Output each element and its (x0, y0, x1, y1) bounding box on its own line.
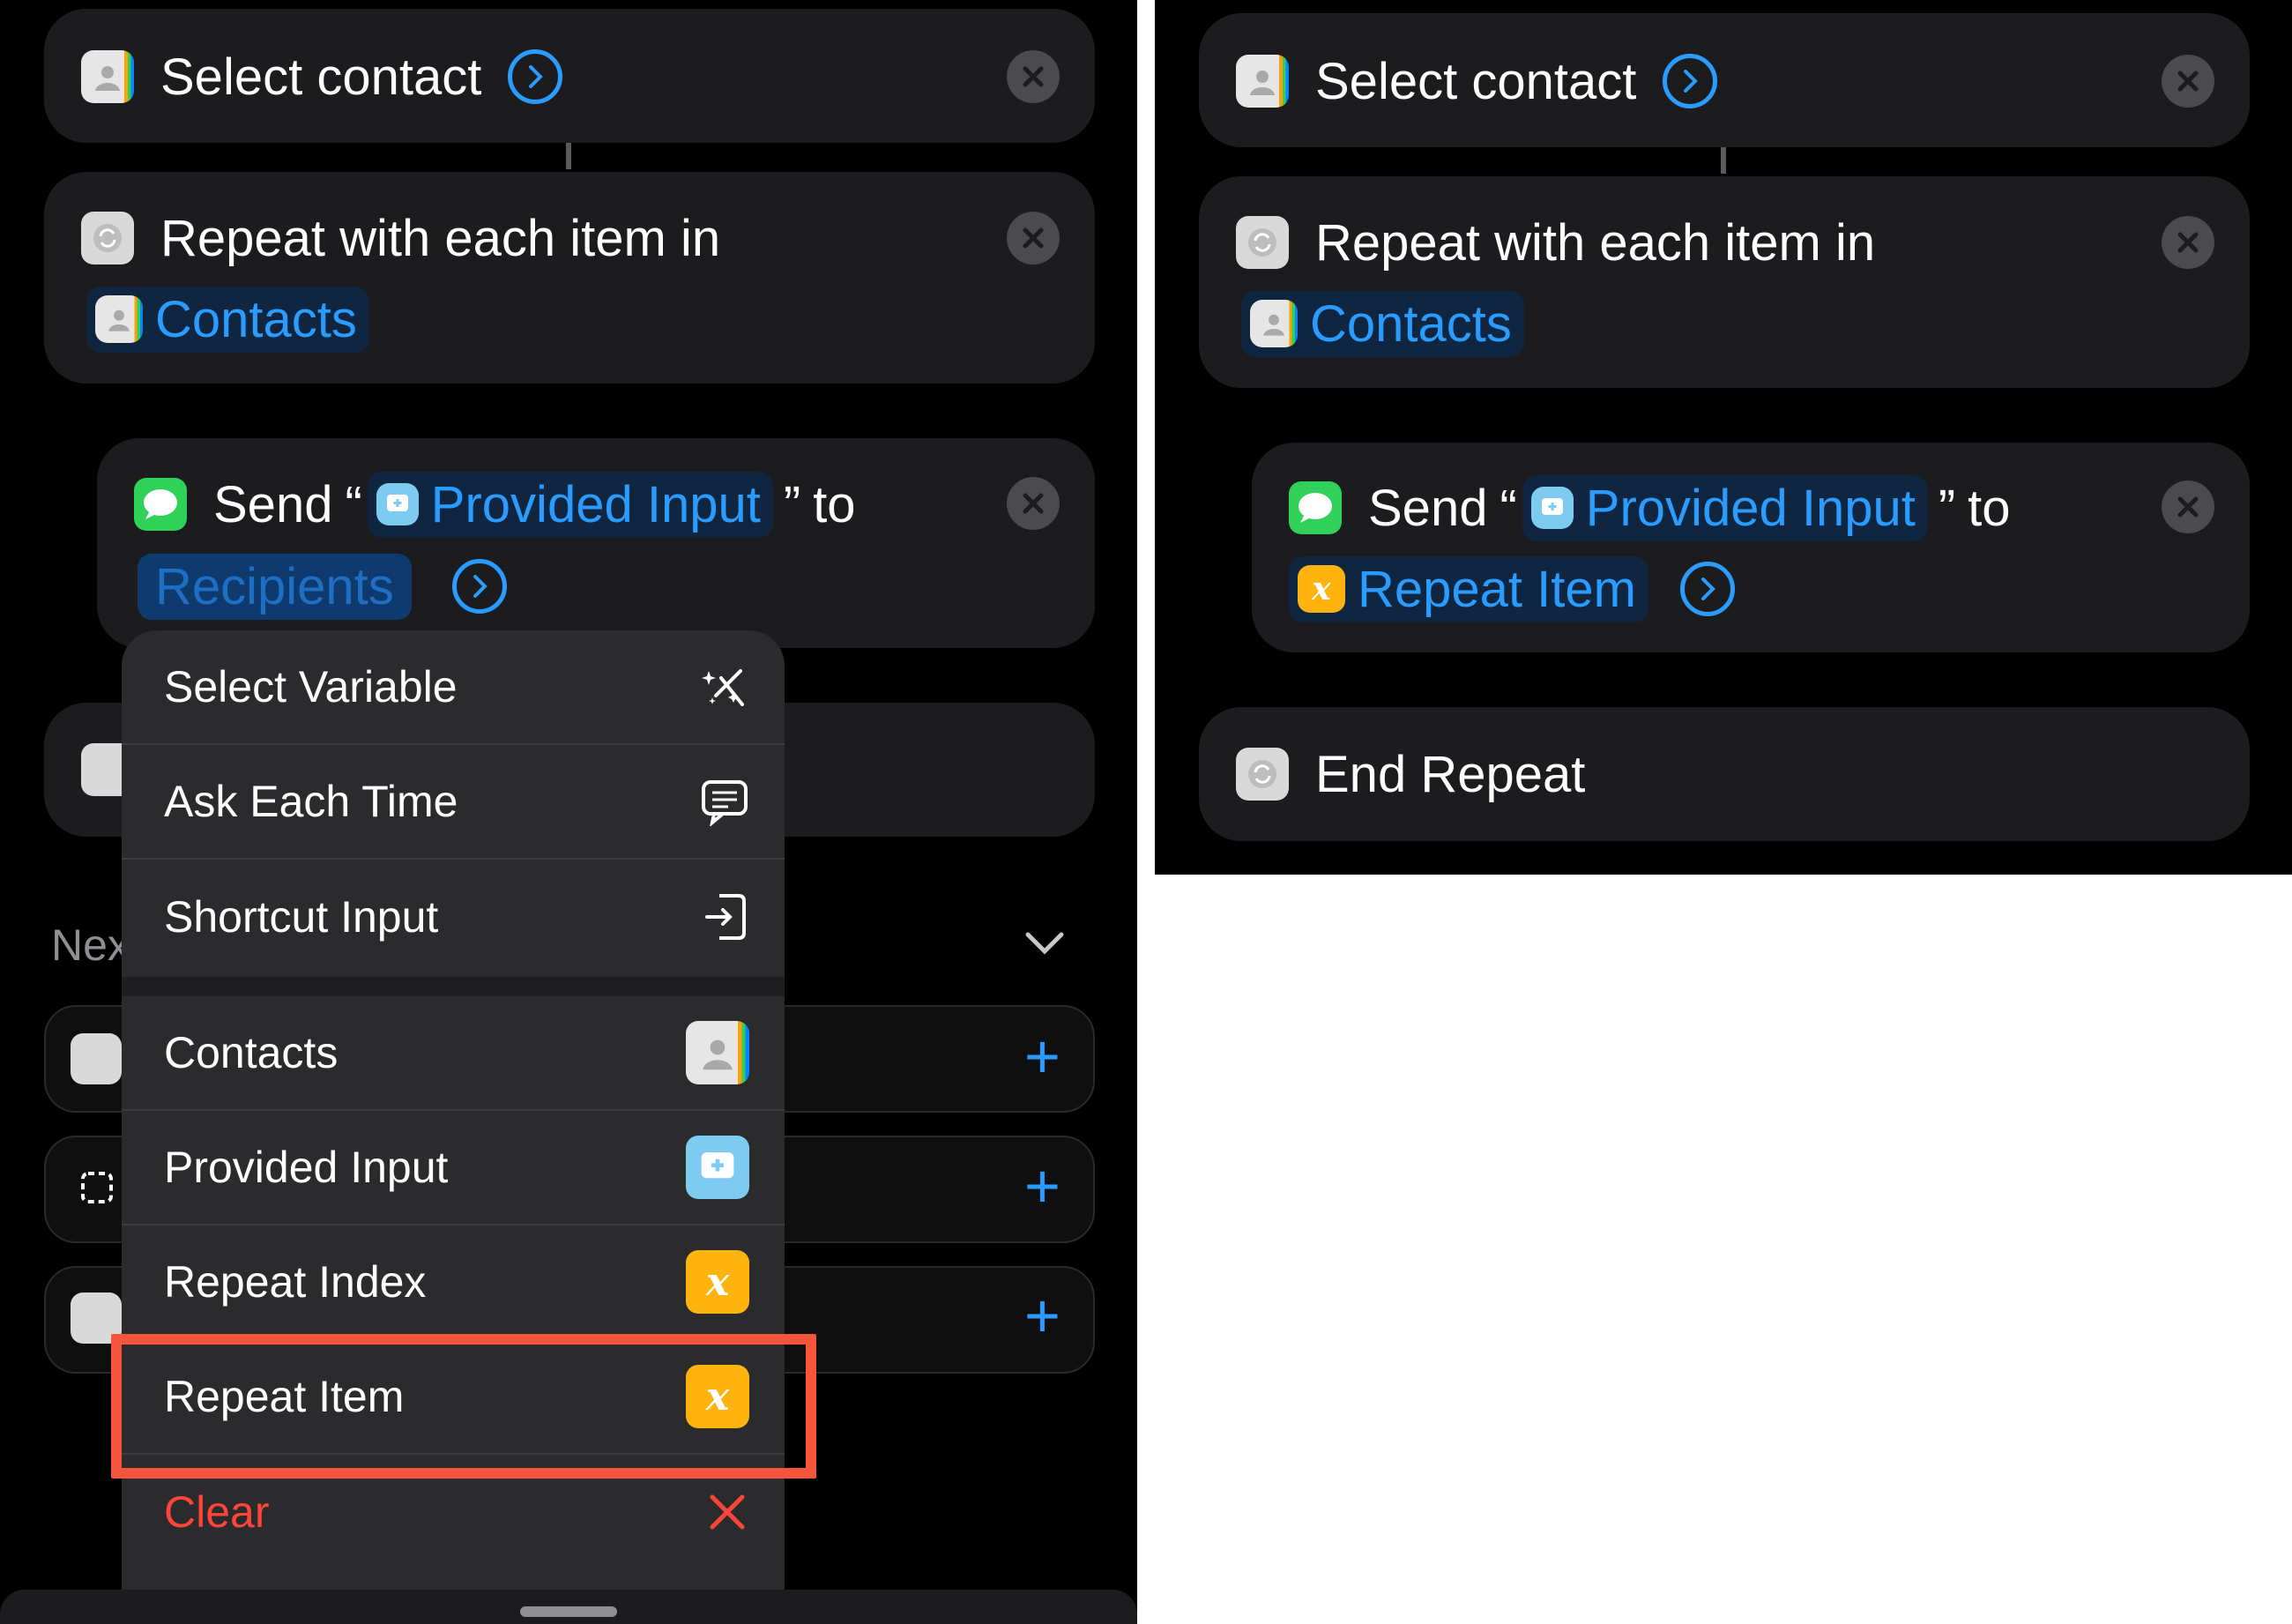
add-action-button[interactable]: + (1024, 1280, 1060, 1351)
repeat-label: Repeat with each item in (1315, 213, 1876, 272)
repeat-icon (1236, 216, 1289, 269)
menu-item-label: Shortcut Input (164, 892, 439, 942)
variable-glyph: x (705, 1259, 730, 1305)
provided-input-label: Provided Input (1585, 479, 1916, 537)
next-actions-header: Nex (51, 920, 130, 970)
magic-wand-icon (702, 669, 744, 706)
remove-send-button[interactable] (2162, 480, 2214, 533)
recipient-row: x Repeat Item (1289, 555, 1735, 622)
close-icon (710, 1494, 745, 1530)
end-repeat-label: End Repeat (1315, 745, 1586, 803)
repeat-icon (71, 1033, 122, 1084)
recipients-row: Recipients (132, 553, 507, 620)
contacts-app-icon (81, 50, 134, 103)
clear-label: Clear (164, 1487, 270, 1537)
flow-connector (566, 143, 571, 169)
add-action-button[interactable]: + (1024, 1151, 1060, 1221)
contacts-app-icon (1250, 300, 1298, 347)
selection-icon (81, 1172, 113, 1203)
remove-send-button[interactable] (1007, 477, 1060, 530)
menu-item-ask-each-time[interactable]: Ask Each Time (122, 745, 785, 860)
provided-input-icon (686, 1136, 749, 1199)
repeat-row: Repeat with each item in (1236, 213, 1876, 272)
contacts-variable-token[interactable]: Contacts (1241, 290, 1524, 357)
open-quote: “ (345, 475, 362, 533)
close-quote: ” (783, 475, 801, 533)
select-contact-row: Select contact (1236, 52, 1718, 110)
contacts-variable-label: Contacts (1310, 294, 1512, 353)
contacts-app-icon (95, 295, 143, 343)
provided-input-icon (1530, 487, 1574, 529)
messages-app-icon (1289, 481, 1342, 534)
repeat-variable-row: Contacts (81, 286, 375, 353)
chevron-down-icon[interactable] (1023, 927, 1067, 957)
contacts-variable-label: Contacts (155, 290, 357, 348)
contacts-app-icon (686, 1021, 749, 1084)
repeat-item-token[interactable]: x Repeat Item (1289, 555, 1648, 622)
repeat-icon (81, 212, 134, 264)
chevron-right-icon[interactable] (1663, 54, 1718, 108)
home-indicator (520, 1606, 617, 1617)
select-contact-row: Select contact (81, 48, 563, 106)
send-row: Send “ Provided Input ” to (1289, 474, 2011, 541)
chevron-right-icon[interactable] (508, 49, 563, 104)
send-word: Send (1368, 479, 1488, 537)
to-word: to (813, 475, 856, 533)
recipients-label: Recipients (155, 557, 394, 615)
menu-item-label: Provided Input (164, 1143, 449, 1192)
variable-icon: x (1298, 565, 1345, 613)
chevron-right-icon[interactable] (451, 559, 507, 614)
menu-item-label: Contacts (164, 1028, 339, 1077)
remove-repeat-button[interactable] (1007, 212, 1060, 264)
messages-app-icon (134, 478, 187, 531)
repeat-icon (1236, 748, 1289, 801)
remove-select-contact-button[interactable] (2162, 55, 2214, 108)
select-contact-label: Select contact (1315, 52, 1637, 110)
repeat-row: Repeat with each item in (81, 209, 721, 267)
menu-item-repeat-index[interactable]: Repeat Index x (122, 1225, 785, 1340)
menu-item-shortcut-input[interactable]: Shortcut Input (122, 860, 785, 974)
variable-icon: x (686, 1250, 749, 1314)
provided-input-label: Provided Input (430, 475, 761, 533)
open-quote: “ (1499, 479, 1517, 537)
close-quote: ” (1938, 479, 1956, 537)
chevron-right-icon[interactable] (1679, 562, 1735, 616)
flow-connector (1721, 147, 1726, 174)
menu-item-label: Repeat Index (164, 1257, 427, 1307)
repeat-variable-row: Contacts (1236, 290, 1529, 357)
repeat-label: Repeat with each item in (160, 209, 721, 267)
end-repeat-row: End Repeat (1236, 745, 1586, 803)
remove-select-contact-button[interactable] (1007, 50, 1060, 103)
menu-separator (122, 977, 785, 996)
menu-item-label: Select Variable (164, 662, 458, 711)
provided-input-token[interactable]: Provided Input (367, 471, 773, 538)
select-contact-label: Select contact (160, 48, 482, 106)
left-panel: Select contact Repeat with each item in … (0, 0, 1137, 1624)
variable-glyph: x (1312, 570, 1331, 607)
menu-item-label: Ask Each Time (164, 777, 458, 826)
contacts-app-icon (1236, 55, 1289, 108)
add-action-button[interactable]: + (1024, 1021, 1060, 1091)
highlight-box (111, 1334, 816, 1479)
provided-input-token[interactable]: Provided Input (1522, 474, 1928, 541)
right-panel: Select contact Repeat with each item in … (1155, 0, 2292, 875)
shortcut-input-icon (705, 894, 746, 940)
menu-item-contacts[interactable]: Contacts (122, 996, 785, 1111)
send-word: Send (213, 475, 333, 533)
recipients-token[interactable]: Recipients (138, 553, 412, 620)
to-word: to (1968, 479, 2011, 537)
menu-item-provided-input[interactable]: Provided Input (122, 1111, 785, 1225)
menu-item-select-variable[interactable]: Select Variable (122, 630, 785, 745)
remove-repeat-button[interactable] (2162, 216, 2214, 269)
repeat-item-label: Repeat Item (1358, 560, 1636, 618)
chat-bubble-icon (702, 780, 748, 826)
provided-input-icon (376, 483, 419, 525)
contacts-variable-token[interactable]: Contacts (86, 286, 369, 353)
send-row: Send “ Provided Input ” to (134, 471, 856, 538)
